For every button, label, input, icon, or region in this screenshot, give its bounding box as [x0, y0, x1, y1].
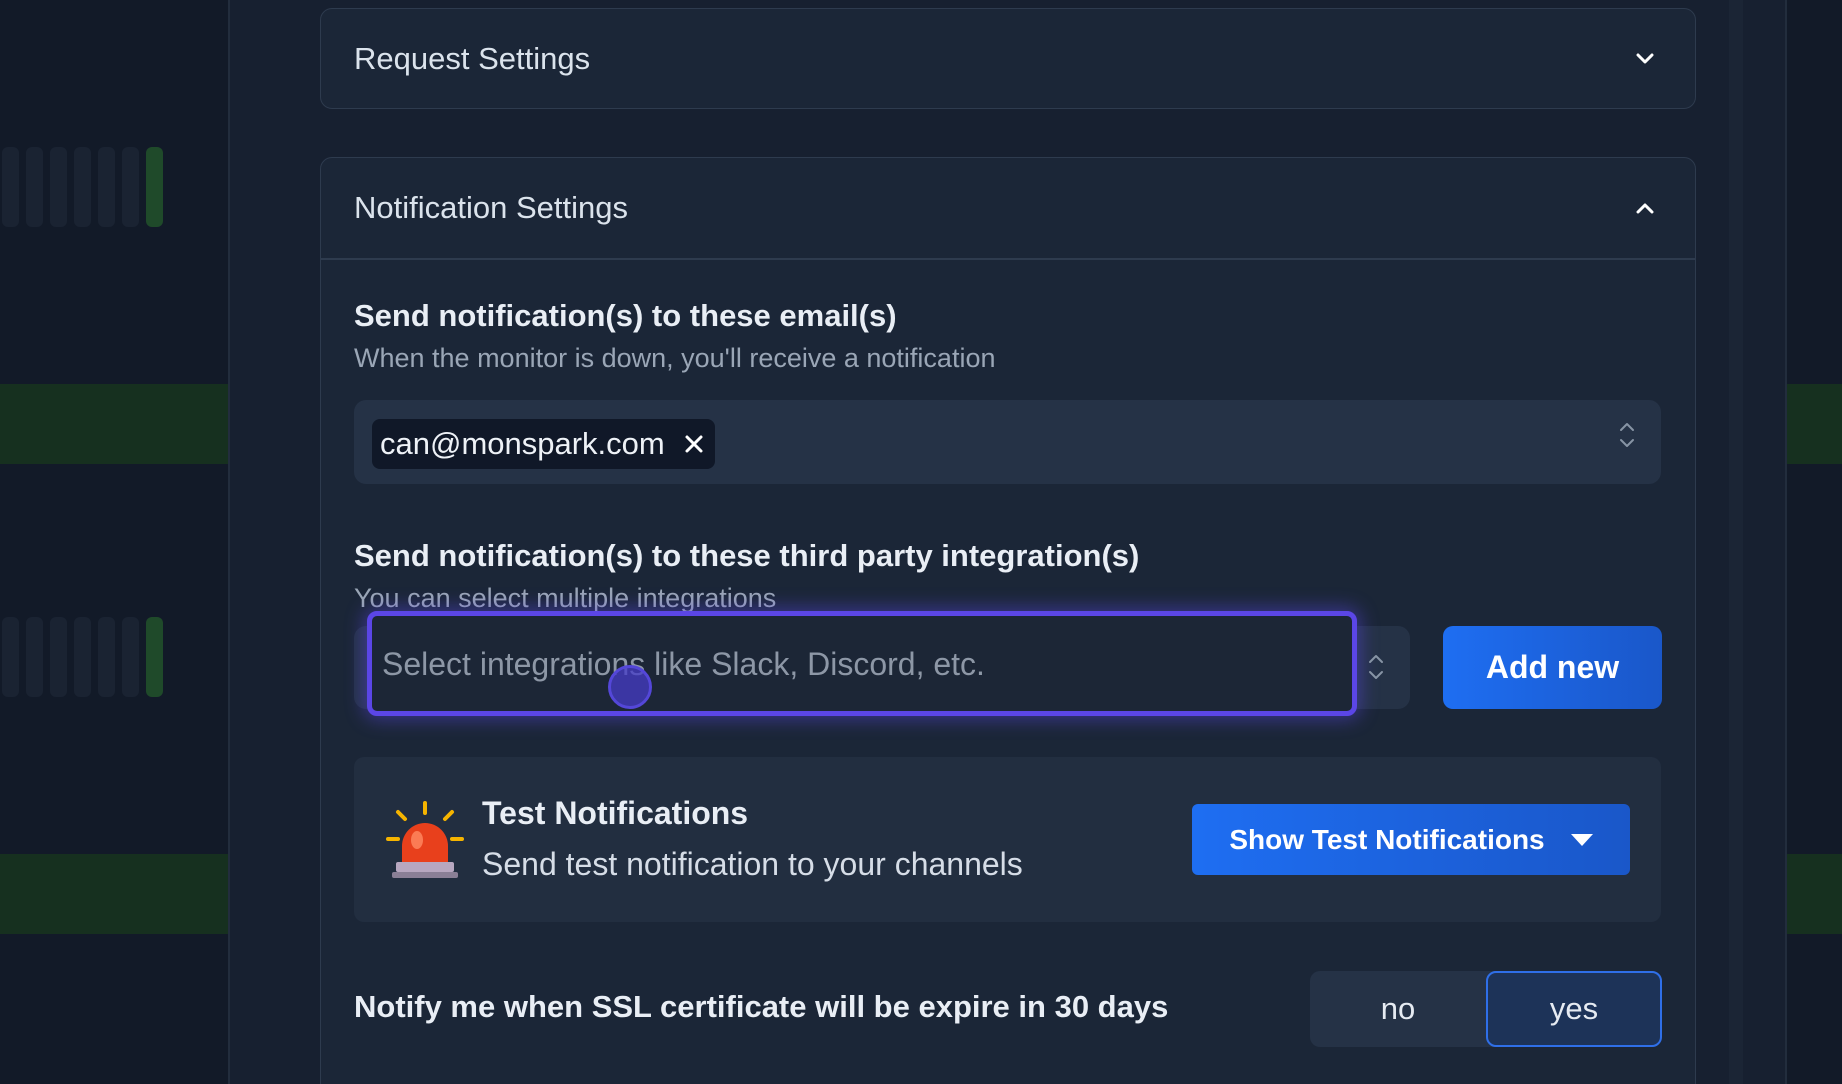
add-new-integration-button[interactable]: Add new	[1443, 626, 1662, 709]
background-status-band	[1787, 384, 1842, 464]
chevron-down-icon[interactable]	[1633, 47, 1657, 71]
modal-scrollbar[interactable]	[1729, 0, 1743, 1084]
select-updown-icon	[1620, 423, 1634, 447]
background-status-band	[0, 854, 228, 934]
background-status-band	[0, 384, 228, 464]
show-test-notifications-button[interactable]: Show Test Notifications	[1192, 804, 1630, 875]
email-label: Send notification(s) to these email(s)	[354, 298, 897, 333]
caret-down-icon	[1570, 833, 1593, 846]
notification-settings-header[interactable]: Notification Settings	[321, 158, 1695, 258]
ssl-option-yes[interactable]: yes	[1486, 971, 1662, 1047]
integrations-help-text: You can select multiple integrations	[354, 583, 777, 613]
request-settings-header[interactable]: Request Settings	[321, 9, 1695, 109]
background-status-band	[1787, 854, 1842, 934]
integrations-placeholder: Select integrations like Slack, Discord,…	[382, 646, 985, 682]
screen: Request Settings Notification Settings S…	[0, 0, 1842, 1084]
section-divider	[321, 258, 1695, 260]
select-updown-icon	[1369, 655, 1383, 679]
ssl-expiry-label: Notify me when SSL certificate will be e…	[354, 989, 1169, 1024]
show-test-notifications-label: Show Test Notifications	[1229, 823, 1545, 855]
ssl-option-no[interactable]: no	[1310, 971, 1486, 1047]
request-settings-title: Request Settings	[354, 41, 591, 76]
close-icon[interactable]	[683, 433, 705, 455]
mouse-cursor-indicator	[608, 665, 652, 709]
siren-icon	[386, 801, 464, 878]
email-chip: can@monspark.com	[372, 419, 715, 469]
notification-settings-title: Notification Settings	[354, 190, 628, 225]
email-multiselect[interactable]: can@monspark.com	[354, 400, 1661, 484]
background-uptime-bars	[2, 147, 163, 227]
ssl-expiry-toggle: no yes	[1310, 971, 1662, 1047]
test-notifications-title: Test Notifications	[482, 795, 749, 831]
integrations-label: Send notification(s) to these third part…	[354, 538, 1140, 573]
email-help-text: When the monitor is down, you'll receive…	[354, 343, 996, 373]
chevron-up-icon[interactable]	[1633, 196, 1657, 220]
background-uptime-bars	[2, 617, 163, 697]
email-chip-label: can@monspark.com	[380, 426, 665, 461]
test-notifications-subtitle: Send test notification to your channels	[482, 846, 1023, 882]
request-settings-section: Request Settings	[320, 8, 1696, 109]
